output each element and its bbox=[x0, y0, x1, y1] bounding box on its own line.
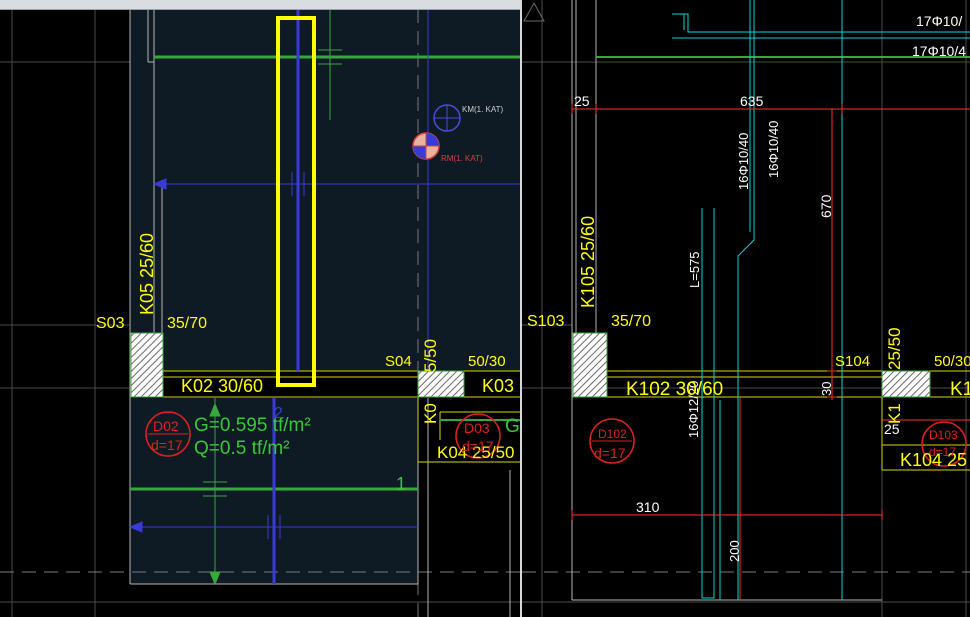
km-marker[interactable] bbox=[433, 104, 461, 132]
rm-marker[interactable] bbox=[412, 132, 440, 160]
slab-d03-name: D03 bbox=[464, 420, 490, 436]
column-label-s104: S104 bbox=[835, 353, 870, 370]
slab-d02-load-g: G=0.595 tf/m² bbox=[194, 415, 311, 436]
column-s103[interactable] bbox=[572, 332, 608, 398]
cad-workspace[interactable]: S03 35/70 S04 50/30 K02 30/60 K03 K04 25… bbox=[0, 0, 970, 617]
column-label-s103: S103 bbox=[527, 313, 564, 330]
rebar-lines bbox=[672, 0, 970, 600]
slab-d102-name: D102 bbox=[598, 427, 627, 441]
km-marker-label: KM(1. KAT) bbox=[462, 105, 504, 114]
dim-25-top: 25 bbox=[574, 93, 590, 109]
beam-label-k10x: K1 bbox=[885, 403, 904, 424]
beam-label-k05: K05 25/60 bbox=[137, 233, 157, 315]
outlines bbox=[571, 0, 882, 601]
beam-label-k02: K02 30/60 bbox=[181, 376, 263, 396]
rebar-length-label: L=575 bbox=[687, 251, 702, 288]
column-s104[interactable] bbox=[881, 370, 931, 398]
rebar-label-stirrup-1: 16Φ10/40 bbox=[736, 133, 751, 190]
slab-d102-thickness: d=17 bbox=[594, 445, 626, 461]
beam-label-k0x: K0 bbox=[421, 403, 440, 424]
column-label-s03: S03 bbox=[96, 315, 125, 332]
slab-d03-load-g: G bbox=[505, 416, 520, 437]
slab-d02-thickness: d=17 bbox=[151, 437, 183, 453]
column-label-s04: S04 bbox=[385, 353, 412, 370]
dim-310: 310 bbox=[636, 499, 660, 515]
column-size-s03: 35/70 bbox=[167, 315, 207, 332]
formwork-plan-drawing[interactable]: S03 35/70 S04 50/30 K02 30/60 K03 K04 25… bbox=[0, 0, 522, 617]
column-size-s103: 35/70 bbox=[611, 313, 651, 330]
dim-200: 200 bbox=[727, 540, 742, 562]
rebar-label-stirrup-2: 16Φ10/40 bbox=[766, 121, 781, 178]
column-size-s104: 50/30 bbox=[934, 353, 970, 370]
reinforcement-plan-viewport[interactable]: 17Φ10/ 17Φ10/4 16Φ10/40 16Φ10/40 L=575 1… bbox=[522, 0, 970, 617]
ucs-triangle-icon bbox=[523, 1, 545, 22]
axis-number-2: 2 bbox=[274, 405, 283, 422]
viewport-top-strip bbox=[0, 0, 520, 10]
slab-d02-load-q: Q=0.5 tf/m² bbox=[194, 438, 290, 459]
beam-label-k03: K03 bbox=[482, 376, 514, 396]
beam-size-k1x: 25/50 bbox=[885, 327, 904, 370]
rebar-label-top-1: 17Φ10/ bbox=[916, 13, 962, 29]
column-s03[interactable] bbox=[130, 332, 164, 398]
reinforcement-plan-drawing[interactable]: 17Φ10/ 17Φ10/4 16Φ10/40 16Φ10/40 L=575 1… bbox=[522, 0, 970, 617]
beam-label-k102: K102 30/60 bbox=[626, 379, 723, 400]
beam-size-k0x: 5/50 bbox=[421, 339, 440, 372]
slab-d103-thickness: d=17 bbox=[929, 445, 956, 459]
slab-d03-thickness: d=17 bbox=[462, 438, 494, 454]
column-s04[interactable] bbox=[417, 370, 465, 398]
dim-670: 670 bbox=[818, 194, 834, 218]
rm-marker-label: RM(1. KAT) bbox=[441, 154, 483, 163]
slab-d02-name: D02 bbox=[153, 418, 179, 434]
slab-d103-name: D103 bbox=[929, 428, 958, 442]
formwork-plan-viewport[interactable]: S03 35/70 S04 50/30 K02 30/60 K03 K04 25… bbox=[0, 0, 522, 617]
dim-635: 635 bbox=[740, 93, 764, 109]
column-size-s04: 50/30 bbox=[468, 353, 506, 370]
axis-number-1: 1 bbox=[396, 474, 406, 494]
beam-label-k1x: K1 bbox=[950, 379, 970, 400]
rebar-label-top-2: 17Φ10/4 bbox=[912, 43, 966, 59]
beam-label-k105: K105 25/60 bbox=[578, 216, 598, 308]
dim-30: 30 bbox=[819, 382, 834, 396]
